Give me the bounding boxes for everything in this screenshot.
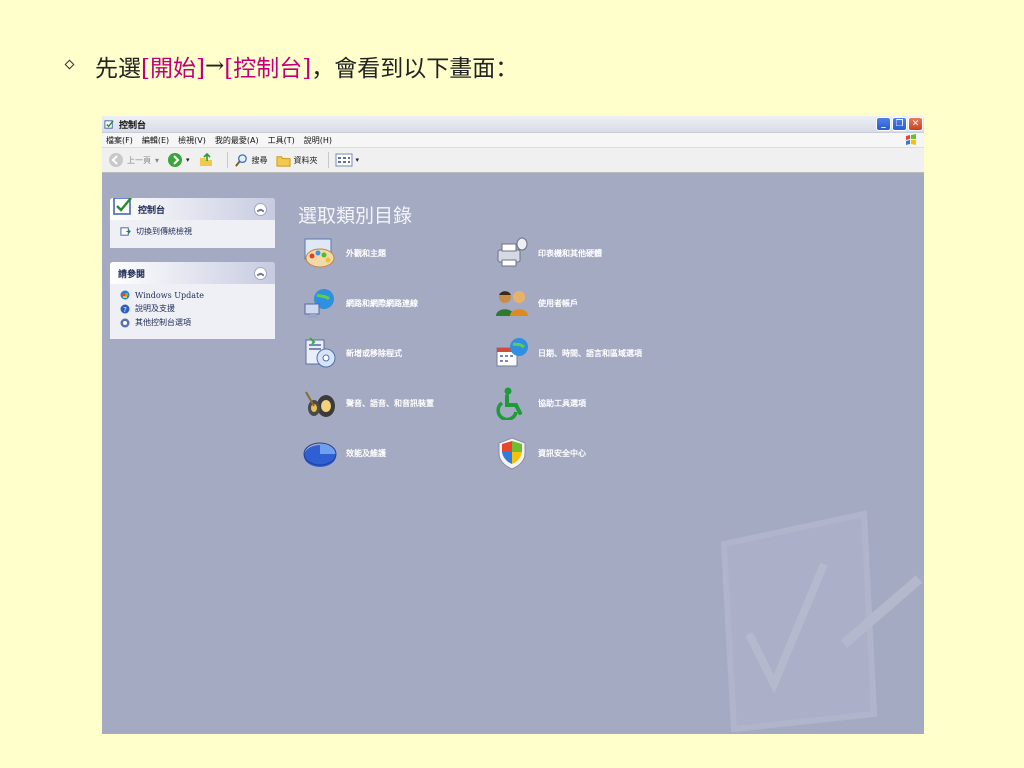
instruction-suffix: ，會看到以下畫面： xyxy=(311,56,519,82)
control-panel-section-title: 控制台 xyxy=(138,205,166,216)
control-panel-section-header[interactable]: 控制台 ︽ xyxy=(110,198,275,220)
switch-classic-view-label: 切換到傳統檢視 xyxy=(136,227,192,236)
security-shield-icon xyxy=(498,437,526,470)
menu-file[interactable]: 檔案(F) xyxy=(106,135,133,146)
windows-logo-icon xyxy=(906,134,916,145)
toolbar: 上一頁 ▾ ▾ 搜尋 資料夾 ▾ xyxy=(102,148,924,173)
category-performance[interactable]: 效能及維護 xyxy=(302,436,386,470)
control-panel-section: 控制台 ︽ 切換到傳統檢視 xyxy=(110,198,275,248)
back-label: 上一頁 xyxy=(127,155,151,165)
svg-text:?: ? xyxy=(123,306,127,314)
category-printers[interactable]: 印表機和其他硬體 xyxy=(494,236,602,270)
help-icon: ? xyxy=(120,304,130,314)
title-bar[interactable]: 控制台 _ ❐ ✕ xyxy=(102,116,924,133)
folders-label: 資料夾 xyxy=(293,155,318,165)
toolbar-separator xyxy=(226,152,228,168)
minimize-button[interactable]: _ xyxy=(876,117,891,131)
back-dropdown-icon[interactable]: ▾ xyxy=(155,156,159,165)
category-add-remove-label: 新增或移除程式 xyxy=(346,348,402,358)
start-label: [開始] xyxy=(141,56,205,82)
performance-icon xyxy=(303,442,337,467)
appearance-icon xyxy=(304,238,335,268)
menu-help[interactable]: 說明(H) xyxy=(304,135,332,146)
menu-favorites[interactable]: 我的最愛(A) xyxy=(215,135,259,146)
category-sound[interactable]: 聲音、語音、和音訊裝置 xyxy=(302,386,434,420)
up-folder-icon xyxy=(199,152,212,166)
category-network[interactable]: 網路和網際網路連線 xyxy=(302,286,418,320)
category-view: 選取類別目錄 外觀和主題 網路和網際網路連線 新增或移除程式 聲音、語音、和音訊… xyxy=(298,198,924,734)
windows-update-label: Windows Update xyxy=(135,290,204,300)
collapse-chevron-icon[interactable]: ︽ xyxy=(254,267,267,280)
category-network-label: 網路和網際網路連線 xyxy=(346,298,418,308)
collapse-chevron-icon[interactable]: ︽ xyxy=(254,203,267,216)
search-button[interactable]: 搜尋 xyxy=(234,153,268,168)
task-pane: 控制台 ︽ 切換到傳統檢視 請參閱 ︽ Windows Update ? 說明及… xyxy=(110,198,275,353)
date-time-icon xyxy=(496,338,528,367)
views-dropdown-icon: ▾ xyxy=(355,156,360,164)
windows-update-link[interactable]: Windows Update xyxy=(120,290,267,300)
forward-arrow-icon xyxy=(168,153,183,167)
help-support-link[interactable]: ? 說明及支援 xyxy=(120,303,267,314)
search-label: 搜尋 xyxy=(251,155,268,165)
control-panel-label: [控制台] xyxy=(224,56,312,82)
see-also-section: 請參閱 ︽ Windows Update ? 說明及支援 其他控制台選項 xyxy=(110,262,275,339)
category-users[interactable]: 使用者帳戶 xyxy=(494,286,578,320)
menu-view[interactable]: 檢視(V) xyxy=(178,135,206,146)
control-panel-window: 控制台 _ ❐ ✕ 檔案(F) 編輯(E) 檢視(V) 我的最愛(A) 工具(T… xyxy=(102,116,924,734)
category-accessibility[interactable]: 協助工具選項 xyxy=(494,386,586,420)
category-add-remove[interactable]: 新增或移除程式 xyxy=(302,336,402,370)
slide-instruction: 先選 [開始] → [控制台] ，會看到以下畫面： xyxy=(60,50,518,82)
help-support-label: 說明及支援 xyxy=(135,304,175,313)
other-options-link[interactable]: 其他控制台選項 xyxy=(120,317,267,328)
category-accessibility-label: 協助工具選項 xyxy=(538,398,586,408)
category-date-time[interactable]: 日期、時間、語言和區域選項 xyxy=(494,336,642,370)
back-button[interactable]: 上一頁 ▾ xyxy=(108,152,159,168)
up-folder-button[interactable] xyxy=(198,152,217,168)
pick-category-title: 選取類別目錄 xyxy=(298,205,413,227)
menu-edit[interactable]: 編輯(E) xyxy=(142,135,169,146)
menu-bar: 檔案(F) 編輯(E) 檢視(V) 我的最愛(A) 工具(T) 說明(H) xyxy=(102,133,924,148)
accessibility-icon xyxy=(496,387,522,420)
category-date-time-label: 日期、時間、語言和區域選項 xyxy=(538,348,642,358)
forward-button[interactable]: ▾ xyxy=(167,152,190,168)
category-users-label: 使用者帳戶 xyxy=(538,298,578,308)
classic-view-icon xyxy=(120,227,131,236)
restore-button[interactable]: ❐ xyxy=(892,117,907,131)
diamond-bullet-icon xyxy=(64,59,75,69)
add-remove-icon xyxy=(305,337,336,368)
control-panel-icon xyxy=(113,198,132,215)
folders-icon xyxy=(276,155,291,167)
users-icon xyxy=(496,291,528,316)
see-also-section-header[interactable]: 請參閱 ︽ xyxy=(110,262,275,284)
folders-button[interactable]: 資料夾 xyxy=(276,153,318,168)
category-printers-label: 印表機和其他硬體 xyxy=(538,248,602,258)
close-button[interactable]: ✕ xyxy=(908,117,923,131)
category-appearance-label: 外觀和主題 xyxy=(346,248,386,258)
printer-icon xyxy=(497,237,528,267)
toolbar-separator xyxy=(327,152,329,168)
other-options-label: 其他控制台選項 xyxy=(135,318,191,327)
category-security-center[interactable]: 資訊安全中心 xyxy=(494,436,586,470)
forward-dropdown-icon[interactable]: ▾ xyxy=(186,156,190,164)
menu-tools[interactable]: 工具(T) xyxy=(268,135,295,146)
control-panel-watermark-icon xyxy=(720,510,923,733)
switch-classic-view-link[interactable]: 切換到傳統檢視 xyxy=(120,226,267,237)
windows-update-icon xyxy=(120,290,130,300)
network-icon xyxy=(304,289,334,318)
window-title: 控制台 xyxy=(119,120,147,131)
category-security-center-label: 資訊安全中心 xyxy=(538,448,586,458)
arrow-text: → xyxy=(204,53,225,79)
sound-icon xyxy=(305,391,335,417)
views-icon xyxy=(335,153,353,167)
category-sound-label: 聲音、語音、和音訊裝置 xyxy=(346,398,434,408)
instruction-prefix: 先選 xyxy=(95,56,141,82)
control-panel-icon xyxy=(104,119,114,129)
other-options-icon xyxy=(120,318,130,327)
see-also-title: 請參閱 xyxy=(118,269,146,280)
category-appearance[interactable]: 外觀和主題 xyxy=(302,236,386,270)
search-icon xyxy=(234,153,247,167)
category-performance-label: 效能及維護 xyxy=(346,448,386,458)
back-arrow-icon xyxy=(109,153,123,167)
views-button[interactable]: ▾ xyxy=(335,153,360,167)
